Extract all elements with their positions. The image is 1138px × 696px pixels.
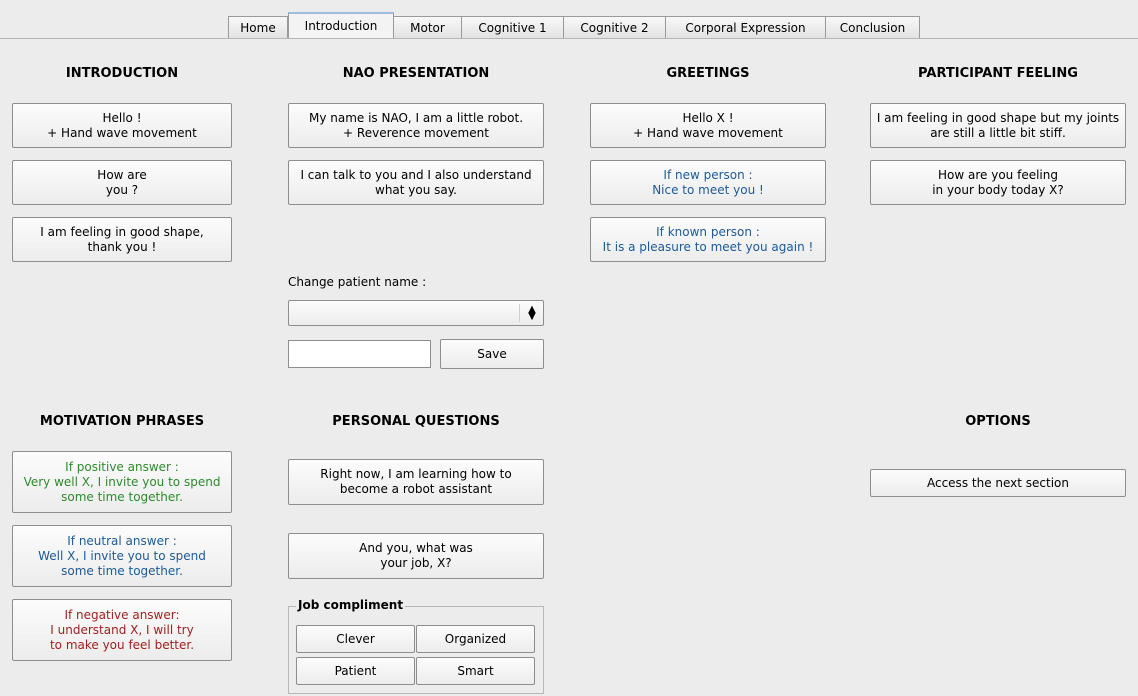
up-down-arrows-icon: ▲ ▼ (528, 304, 536, 322)
known-person-button[interactable]: If known person : It is a pleasure to me… (590, 217, 826, 262)
patient-name-select[interactable]: ▲ ▼ (288, 300, 544, 326)
known-person-line-1: If known person : (656, 224, 760, 239)
positive-line-3: some time together. (61, 489, 183, 504)
feeling-good-line-1: I am feeling in good shape, (40, 224, 204, 239)
clever-button[interactable]: Clever (296, 625, 415, 653)
header-greetings: GREETINGS (666, 66, 750, 81)
access-next-section-button[interactable]: Access the next section (870, 469, 1126, 497)
save-button[interactable]: Save (440, 339, 544, 369)
hello-line-2: + Hand wave movement (47, 125, 197, 140)
what-job-line-2: your job, X? (380, 556, 452, 570)
joints-line-2: are still a little bit stiff. (930, 125, 1066, 140)
hello-x-line-1: Hello X ! (682, 110, 734, 125)
feeling-good-button[interactable]: I am feeling in good shape, thank you ! (12, 217, 232, 262)
nao-name-line-1: My name is NAO, I am a little robot. (308, 110, 524, 125)
nao-talk-line-2: what you say. (375, 182, 457, 197)
how-are-you-button[interactable]: How are you ? (12, 160, 232, 205)
new-person-line-1: If new person : (663, 167, 753, 182)
how-are-you-line-2: you ? (105, 182, 139, 197)
how-are-you-line-1: How are (97, 167, 147, 182)
positive-answer-button[interactable]: If positive answer : Very well X, I invi… (12, 451, 232, 513)
how-feeling-button[interactable]: How are you feeling in your body today X… (870, 160, 1126, 205)
nao-talk-button[interactable]: I can talk to you and I also understand … (288, 160, 544, 205)
header-personal-questions: PERSONAL QUESTIONS (332, 414, 500, 429)
negative-line-2: I understand X, I will try (50, 622, 194, 637)
tab-conclusion[interactable]: Conclusion (826, 16, 920, 38)
patient-name-input[interactable] (288, 340, 431, 368)
nao-talk-line-1: I can talk to you and I also understand (300, 167, 532, 182)
feeling-good-line-2: thank you ! (87, 239, 157, 254)
organized-button[interactable]: Organized (416, 625, 535, 653)
learning-button[interactable]: Right now, I am learning how to become a… (288, 459, 544, 505)
tab-corporal-expression[interactable]: Corporal Expression (666, 16, 826, 38)
learning-line-1: Right now, I am learning how to (320, 467, 512, 481)
joints-line-1: I am feeling in good shape but my joints (876, 110, 1120, 125)
neutral-answer-button[interactable]: If neutral answer : Well X, I invite you… (12, 525, 232, 587)
select-separator (519, 304, 520, 322)
neutral-line-2: Well X, I invite you to spend (38, 548, 206, 563)
what-job-button[interactable]: And you, what was your job, X? (288, 533, 544, 579)
tab-home[interactable]: Home (228, 16, 288, 38)
known-person-line-2: It is a pleasure to meet you again ! (602, 239, 814, 254)
tab-motor[interactable]: Motor (394, 16, 462, 38)
header-participant-feeling: PARTICIPANT FEELING (918, 66, 1078, 81)
how-feeling-line-2: in your body today X? (932, 182, 1064, 197)
tab-cognitive-1[interactable]: Cognitive 1 (462, 16, 564, 38)
nao-name-line-2: + Reverence movement (343, 125, 489, 140)
negative-answer-button[interactable]: If negative answer: I understand X, I wi… (12, 599, 232, 661)
negative-line-3: to make you feel better. (49, 637, 195, 652)
learning-line-2: become a robot assistant (339, 482, 493, 496)
header-nao-presentation: NAO PRESENTATION (342, 66, 490, 81)
header-options: OPTIONS (965, 414, 1031, 429)
new-person-button[interactable]: If new person : Nice to meet you ! (590, 160, 826, 205)
what-job-line-1: And you, what was (359, 541, 473, 555)
tab-introduction[interactable]: Introduction (288, 12, 394, 38)
change-patient-name-label: Change patient name : (288, 275, 427, 289)
new-person-line-2: Nice to meet you ! (652, 182, 764, 197)
hello-button[interactable]: Hello ! + Hand wave movement (12, 103, 232, 148)
positive-line-2: Very well X, I invite you to spend (23, 474, 221, 489)
hello-x-line-2: + Hand wave movement (633, 125, 783, 140)
patient-button[interactable]: Patient (296, 657, 415, 685)
how-feeling-line-1: How are you feeling (938, 167, 1058, 182)
tab-cognitive-2[interactable]: Cognitive 2 (564, 16, 666, 38)
nao-name-button[interactable]: My name is NAO, I am a little robot. + R… (288, 103, 544, 148)
job-compliment-title: Job compliment (296, 598, 406, 612)
tab-divider (0, 38, 1138, 39)
joints-feeling-button[interactable]: I am feeling in good shape but my joints… (870, 103, 1126, 148)
hello-line-1: Hello ! (102, 110, 142, 125)
positive-line-1: If positive answer : (65, 459, 179, 474)
neutral-line-1: If neutral answer : (67, 533, 177, 548)
smart-button[interactable]: Smart (416, 657, 535, 685)
neutral-line-3: some time together. (61, 563, 183, 578)
header-motivation-phrases: MOTIVATION PHRASES (39, 414, 205, 429)
tab-bar: Home Introduction Motor Cognitive 1 Cogn… (228, 12, 920, 38)
hello-x-button[interactable]: Hello X ! + Hand wave movement (590, 103, 826, 148)
header-introduction: INTRODUCTION (65, 66, 179, 81)
negative-line-1: If negative answer: (64, 607, 180, 622)
